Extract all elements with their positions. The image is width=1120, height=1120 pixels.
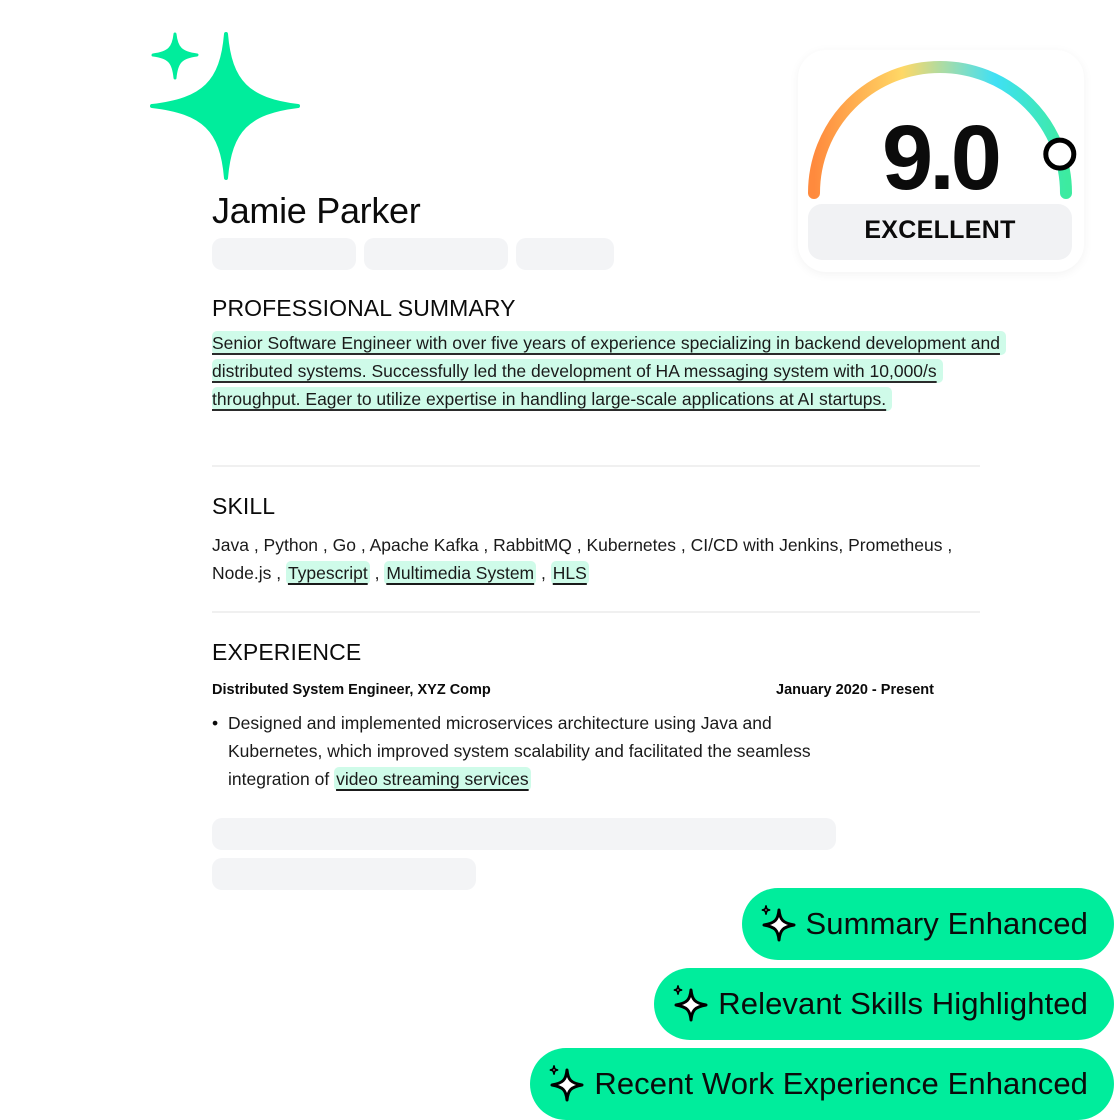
- summary-heading: PROFESSIONAL SUMMARY: [212, 295, 516, 321]
- skill-highlight: HLS: [550, 561, 589, 585]
- summary-highlight: Senior Software Engineer with over five …: [212, 331, 1006, 411]
- section-divider: [212, 611, 980, 613]
- sparkle-icon: [761, 905, 796, 942]
- bullet-marker: •: [212, 713, 219, 733]
- contact-placeholder: [516, 238, 614, 270]
- score-value: 9.0: [882, 107, 1002, 209]
- skill-separator: ,: [541, 563, 546, 583]
- section-divider: [212, 465, 980, 467]
- skills-heading: SKILL: [212, 493, 276, 519]
- badge-skills-highlighted: Relevant Skills Highlighted: [654, 968, 1114, 1040]
- job-dates: January 2020 - Present: [776, 682, 934, 698]
- score-label: EXCELLENT: [864, 216, 1016, 244]
- badge-summary-enhanced: Summary Enhanced: [741, 888, 1114, 960]
- job-title: Distributed System Engineer, XYZ Comp: [212, 682, 491, 698]
- content-placeholder: [212, 818, 836, 850]
- contact-placeholder: [364, 238, 508, 270]
- skill-separator: ,: [374, 563, 380, 583]
- candidate-name: Jamie Parker: [212, 190, 421, 231]
- skills-list: Java , Python , Go , Apache Kafka , Rabb…: [212, 531, 972, 587]
- badge-label: Relevant Skills Highlighted: [718, 986, 1088, 1021]
- badge-label: Summary Enhanced: [805, 906, 1088, 941]
- sparkle-icon: [549, 1065, 584, 1102]
- badge-experience-enhanced: Recent Work Experience Enhanced: [530, 1048, 1114, 1120]
- experience-heading: EXPERIENCE: [212, 639, 362, 665]
- badge-label: Recent Work Experience Enhanced: [594, 1066, 1088, 1101]
- experience-bullet: Designed and implemented microservices a…: [228, 709, 848, 793]
- content-placeholder: [212, 858, 476, 890]
- bullet-highlight: video streaming services: [334, 767, 531, 791]
- sparkle-logo-icon: [150, 32, 300, 180]
- skill-highlight: Multimedia System: [384, 561, 537, 585]
- sparkle-icon: [673, 985, 708, 1022]
- skill-highlight: Typescript: [285, 561, 370, 585]
- contact-placeholder: [212, 238, 356, 270]
- summary-text: Senior Software Engineer with over five …: [212, 329, 1006, 413]
